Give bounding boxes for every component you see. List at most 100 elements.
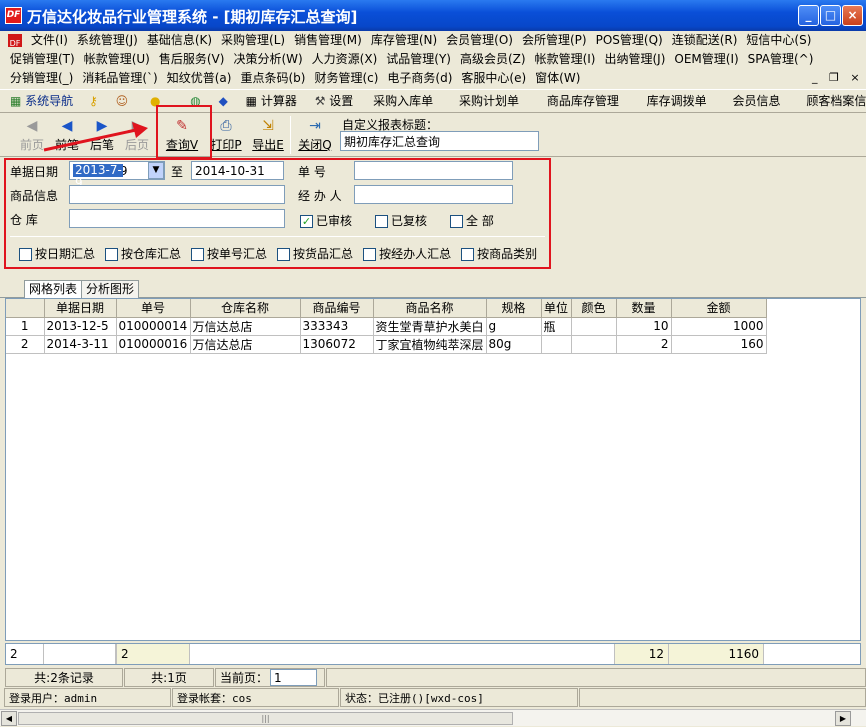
settings-icon: ⚒: [314, 94, 326, 108]
date-to-label: 至: [171, 165, 184, 179]
menu-item[interactable]: 帐款管理(U): [84, 50, 150, 69]
table-cell: 010000014: [116, 317, 191, 336]
docno-field[interactable]: [354, 161, 513, 180]
grouping-checkbox[interactable]: 按日期汇总: [19, 247, 95, 261]
menu-item[interactable]: 消耗品管理(`): [82, 69, 157, 88]
menu-item[interactable]: 售后服务(V): [159, 50, 225, 69]
column-header[interactable]: 规格: [486, 299, 542, 318]
menu-item[interactable]: 系统管理(J): [77, 31, 138, 50]
print-button[interactable]: ⎙ 打印P: [206, 113, 246, 157]
checkbox-box: [375, 215, 388, 228]
link-member-info[interactable]: 会员信息: [733, 90, 781, 112]
warehouse-field[interactable]: [69, 209, 285, 228]
menu-item[interactable]: 基础信息(K): [147, 31, 212, 50]
menu-item[interactable]: POS管理(Q): [596, 31, 663, 50]
menu-item[interactable]: 出纳管理(J): [604, 50, 665, 69]
menu-item[interactable]: 短信中心(S): [746, 31, 811, 50]
scroll-right-icon[interactable]: ▶: [835, 711, 851, 726]
mdi-restore-button[interactable]: ❐: [829, 71, 839, 84]
app-menu-icon[interactable]: DF: [8, 34, 22, 48]
current-page-input[interactable]: [270, 669, 317, 686]
link-stock-manage[interactable]: 商品库存管理: [547, 90, 619, 112]
settings-button[interactable]: ⚒ 设置: [315, 90, 354, 112]
menu-item[interactable]: 知纹优普(a): [167, 69, 232, 88]
minimize-button[interactable]: _: [798, 5, 819, 26]
tab-analysis-chart[interactable]: 分析图形: [81, 280, 140, 298]
reviewed-checkbox[interactable]: 已复核: [375, 212, 427, 229]
status-filler-2: [579, 688, 866, 707]
maximize-button[interactable]: □: [820, 5, 841, 26]
date-dropdown-icon[interactable]: ▼: [148, 162, 164, 179]
mdi-minimize-button[interactable]: _: [812, 71, 818, 84]
table-cell: 160: [671, 335, 767, 354]
calculator-button[interactable]: ▦ 计算器: [246, 90, 297, 112]
checkbox-box: [277, 248, 291, 261]
menu-item[interactable]: 客服中心(e): [461, 69, 526, 88]
product-label: 商品信息: [10, 189, 59, 203]
grouping-checkbox[interactable]: 按仓库汇总: [105, 247, 181, 261]
column-header[interactable]: 商品编号: [300, 299, 374, 318]
menu-item[interactable]: 人力资源(X): [312, 50, 378, 69]
system-nav-button[interactable]: ▦ 系统导航: [10, 90, 73, 112]
column-header[interactable]: 仓库名称: [190, 299, 301, 318]
menu-item[interactable]: 文件(I): [31, 31, 68, 50]
close-report-button[interactable]: ⇥ 关闭Q: [295, 113, 335, 157]
table-cell: 瓶: [541, 317, 572, 336]
menu-item[interactable]: OEM管理(I): [674, 50, 738, 69]
column-header[interactable]: 单号: [116, 299, 191, 318]
menu-item[interactable]: 采购管理(L): [221, 31, 285, 50]
column-header[interactable]: 单位: [541, 299, 572, 318]
custom-title-input[interactable]: [340, 131, 539, 151]
menu-item[interactable]: 库存管理(N): [371, 31, 437, 50]
menu-item[interactable]: 帐款管理(I): [535, 50, 596, 69]
handler-field[interactable]: [354, 185, 513, 204]
column-header[interactable]: [6, 299, 45, 318]
menu-item[interactable]: 试品管理(Y): [386, 50, 451, 69]
grouping-checkbox[interactable]: 按经办人汇总: [363, 247, 451, 261]
grouping-checkbox[interactable]: 按单号汇总: [191, 247, 267, 261]
users-icon[interactable]: ☺: [116, 90, 129, 112]
grouping-checkbox[interactable]: 按商品类别: [461, 247, 537, 261]
horizontal-scrollbar[interactable]: ◀ ||| ▶: [0, 709, 866, 726]
total-docs: 2: [116, 644, 190, 664]
menu-item[interactable]: SPA管理(^): [748, 50, 814, 69]
menu-item[interactable]: 分销管理(_): [10, 69, 73, 88]
table-row[interactable]: 2 2014-3-11 010000016 万信达总店 1306072 丁家宜植物纯萃深层…: [6, 335, 767, 354]
menu-item[interactable]: 电子商务(d): [387, 69, 452, 88]
column-header[interactable]: 单据日期: [44, 299, 117, 318]
link-purchase-in[interactable]: 采购入库单: [373, 90, 433, 112]
close-button[interactable]: ×: [842, 5, 863, 26]
audited-checkbox[interactable]: ✓ 已审核: [300, 212, 352, 229]
menu-item[interactable]: 会员管理(O): [446, 31, 513, 50]
menu-item[interactable]: 重点条码(b): [240, 69, 305, 88]
menu-item[interactable]: 窗体(W): [535, 69, 580, 88]
column-header[interactable]: 金额: [671, 299, 767, 318]
column-header[interactable]: 商品名称: [373, 299, 487, 318]
link-purchase-plan[interactable]: 采购计划单: [459, 90, 519, 112]
scroll-thumb[interactable]: |||: [18, 712, 513, 725]
menu-item[interactable]: 高级会员(Z): [460, 50, 526, 69]
link-stock-transfer[interactable]: 库存调拨单: [647, 90, 707, 112]
table-row[interactable]: 1 2013-12-5 010000014 万信达总店 333343 资生堂青草护水美白 g…: [6, 317, 767, 336]
product-field[interactable]: [69, 185, 285, 204]
menu-item[interactable]: 销售管理(M): [294, 31, 362, 50]
link-customer-files[interactable]: 顾客档案信: [806, 90, 866, 112]
menu-item[interactable]: 连锁配送(R): [672, 31, 738, 50]
data-grid: 单据日期 单号 仓库名称 商品编号 商品名称 规格 单位 颜色 数量 金额 1 2013-12-5 0…: [5, 298, 861, 641]
key-icon[interactable]: ⚷: [89, 90, 98, 112]
scroll-left-icon[interactable]: ◀: [1, 711, 17, 726]
date-to-field[interactable]: [191, 161, 284, 180]
menu-item[interactable]: 会所管理(P): [522, 31, 587, 50]
export-button[interactable]: ⇲ 导出E: [248, 113, 288, 157]
tab-grid-list[interactable]: 网格列表: [24, 280, 83, 298]
column-header[interactable]: 颜色: [571, 299, 617, 318]
mdi-close-button[interactable]: ×: [850, 71, 859, 84]
registration-status: 状态：已注册()[wxd-cos]: [340, 688, 578, 707]
menu-item[interactable]: 决策分析(W): [233, 50, 302, 69]
menu-item[interactable]: 促销管理(T): [10, 50, 75, 69]
grouping-checkbox[interactable]: 按货品汇总: [277, 247, 353, 261]
menu-item[interactable]: 财务管理(c): [314, 69, 378, 88]
column-header[interactable]: 数量: [616, 299, 672, 318]
all-checkbox[interactable]: 全 部: [450, 212, 494, 229]
info-icon[interactable]: ◆: [219, 90, 228, 112]
